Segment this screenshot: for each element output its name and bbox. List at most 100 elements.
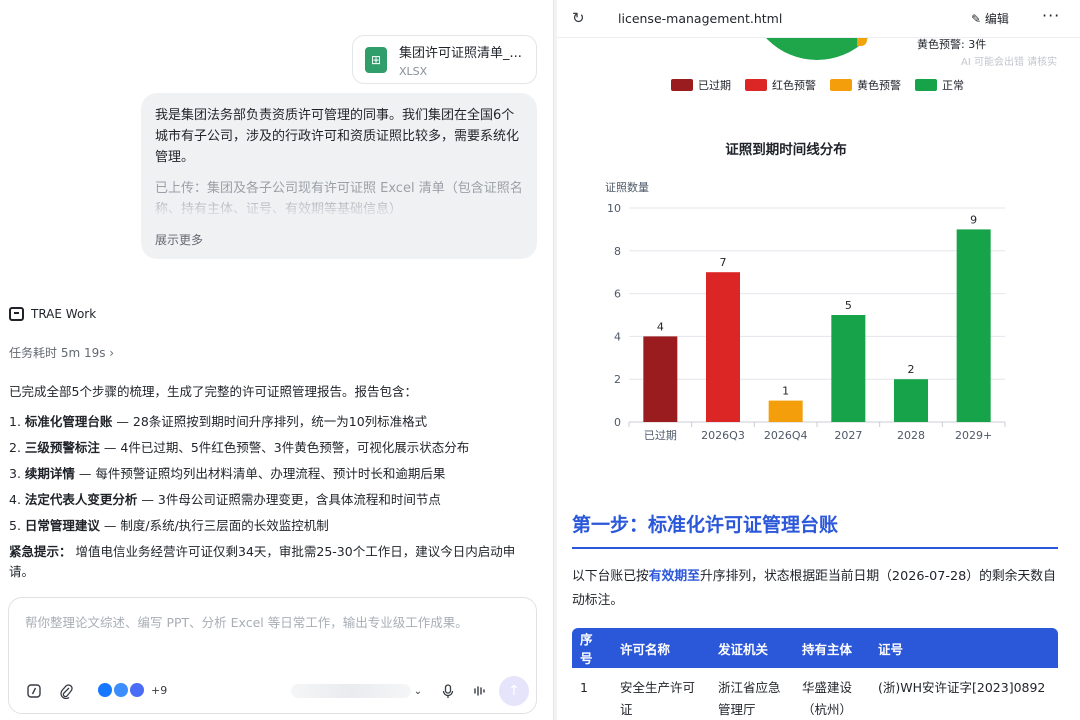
attachment-type: XLSX xyxy=(399,64,428,78)
message-composer: +9 ⌄ ↑ xyxy=(8,597,537,714)
pencil-icon: ✎ xyxy=(971,12,985,26)
chat-panel: ⊞ 集团许可证照清单_... XLSX 我是集团法务部负责资质许可管理的同事。我… xyxy=(0,0,553,720)
task-duration-toggle[interactable]: 任务耗时 5m 19s › xyxy=(9,344,114,361)
legend-swatch xyxy=(745,79,767,91)
model-icon xyxy=(114,683,128,697)
legend-item[interactable]: 黄色预警 xyxy=(830,77,901,93)
legend-item[interactable]: 正常 xyxy=(915,77,964,93)
x-tick-label: 2026Q4 xyxy=(764,429,808,442)
item-description: — 4件已过期、5件红色预警、3件黄色预警，可视化展示状态分布 xyxy=(99,440,470,455)
table-cell: (浙)WH安许证字[2023]0892 xyxy=(878,680,1046,695)
y-tick-label: 4 xyxy=(614,330,621,343)
more-models-count: +9 xyxy=(151,683,168,697)
item-number: 3. xyxy=(9,466,25,481)
microphone-icon[interactable] xyxy=(439,682,457,700)
user-message-paragraph: 我是集团法务部负责资质许可管理的同事。我们集团在全国6个城市有子公司，涉及的行政… xyxy=(155,108,520,165)
column-header[interactable]: 持有主体 xyxy=(794,628,870,668)
bar-value-label: 2 xyxy=(908,363,915,376)
y-axis-label: 证照数量 xyxy=(605,181,649,194)
column-header[interactable]: 许可名称 xyxy=(612,628,710,668)
x-tick-label: 2026Q3 xyxy=(701,429,745,442)
edit-label: 编辑 xyxy=(984,12,1009,26)
message-input[interactable] xyxy=(25,612,520,662)
column-header[interactable]: 序号 xyxy=(572,628,612,668)
report-item: 3. 续期详情 — 每件预警证照均列出材料清单、办理流程、预计时长和逾期后果 xyxy=(9,464,539,484)
chevron-down-icon[interactable]: ⌄ xyxy=(409,682,427,700)
agent-name: TRAE Work xyxy=(31,307,97,321)
attachment-name: 集团许可证照清单_... xyxy=(399,45,522,61)
bar-value-label: 9 xyxy=(970,213,977,226)
legend-label: 已过期 xyxy=(698,79,731,92)
y-tick-label: 2 xyxy=(614,373,621,386)
reload-icon[interactable]: ↻ xyxy=(572,9,585,27)
legend-swatch xyxy=(915,79,937,91)
item-title: 三级预警标注 xyxy=(24,440,100,455)
slash-command-icon[interactable] xyxy=(25,682,43,700)
item-number: 4. xyxy=(9,492,25,507)
column-header[interactable]: 证号 xyxy=(870,628,1058,668)
pie-slice-partial xyxy=(857,38,867,46)
column-header[interactable]: 发证机关 xyxy=(710,628,794,668)
table-cell: 1 xyxy=(580,680,588,695)
show-more-button[interactable]: 展示更多 xyxy=(155,230,203,251)
section-intro: 以下台账已按有效期至升序排列，状态根据距当前日期（2026-07-28）的剩余天… xyxy=(572,565,1060,613)
chart-title: 证照到期时间线分布 xyxy=(725,142,847,158)
item-title: 续期详情 xyxy=(24,466,75,481)
table-body: 1 安全生产许可证 浙江省应急管理厅 华盛建设（杭州） (浙)WH安许证字[2023]0… xyxy=(572,668,1058,720)
edit-button[interactable]: ✎ 编辑 xyxy=(971,10,1009,27)
report-item: 1. 标准化管理台账 — 28条证照按到期时间升序排列，统一为10列标准格式 xyxy=(9,412,539,432)
agent-response: 已完成全部5个步骤的梳理，生成了完整的许可证照管理报告。报告包含： 1. 标准化… xyxy=(9,382,539,582)
arrow-up-icon: ↑ xyxy=(508,683,520,699)
status-legend: 已过期 红色预警 黄色预警 正常 xyxy=(671,77,978,93)
model-icon xyxy=(130,683,144,697)
y-tick-label: 10 xyxy=(607,202,621,215)
bar-value-label: 7 xyxy=(720,256,727,269)
item-number: 5. xyxy=(9,518,25,533)
y-tick-label: 6 xyxy=(614,288,621,301)
table-header-row: 序号 许可名称 发证机关 持有主体 证号 xyxy=(572,628,1058,668)
license-table: 序号 许可名称 发证机关 持有主体 证号 1 安全生产许可证 浙江省应急管理厅 华盛建设（杭州… xyxy=(572,628,1058,720)
legend-swatch xyxy=(671,79,693,91)
item-description: — 3件母公司证照需办理变更，含具体流程和时间节点 xyxy=(137,492,441,507)
item-title: 标准化管理台账 xyxy=(24,414,113,429)
agent-header: TRAE Work xyxy=(9,307,96,321)
item-title: 法定代表人变更分析 xyxy=(24,492,138,507)
item-description: — 28条证照按到期时间升序排列，统一为10列标准格式 xyxy=(112,414,428,429)
bar xyxy=(956,229,991,422)
item-description: — 每件预警证照均列出材料清单、办理流程、预计时长和逾期后果 xyxy=(74,466,446,481)
x-tick-label: 已过期 xyxy=(644,429,677,442)
table-cell: 华盛建设（杭州） xyxy=(802,680,853,717)
app-window: ⊞ 集团许可证照清单_... XLSX 我是集团法务部负责资质许可管理的同事。我… xyxy=(0,0,1080,720)
legend-item[interactable]: 已过期 xyxy=(671,77,731,93)
bar xyxy=(894,379,928,422)
item-number: 2. xyxy=(9,440,25,455)
intro-text: 以下台账已按 xyxy=(572,569,649,584)
urgent-notice: 紧急提示： 增值电信业务经营许可证仅剩34天，审批需25-30个工作日，建议今日… xyxy=(9,542,539,582)
send-button[interactable]: ↑ xyxy=(499,676,529,706)
x-tick-label: 2029+ xyxy=(955,429,992,442)
voice-wave-icon[interactable] xyxy=(471,682,489,700)
item-title: 日常管理建议 xyxy=(24,518,100,533)
urgent-text: 增值电信业务经营许可证仅剩34天，审批需25-30个工作日，建议今日内启动申请。 xyxy=(9,544,516,579)
legend-label: 黄色预警 xyxy=(857,79,901,92)
bar-value-label: 1 xyxy=(782,385,789,398)
table-cell: 安全生产许可证 xyxy=(620,680,696,717)
attach-icon[interactable] xyxy=(57,682,75,700)
bar xyxy=(643,336,678,422)
attachment-card[interactable]: ⊞ 集团许可证照清单_... XLSX xyxy=(352,35,537,84)
heading-underline xyxy=(572,547,1058,549)
spreadsheet-icon: ⊞ xyxy=(365,46,387,73)
timeline-bar-chart: 证照数量 0 2 4 6 8 10 4 已过期 7 2026Q3 1 2026Q4 5 2027 2 2028 9… xyxy=(605,181,1006,442)
report-item: 5. 日常管理建议 — 制度/系统/执行三层面的长效监控机制 xyxy=(9,516,539,536)
item-description: — 制度/系统/执行三层面的长效监控机制 xyxy=(99,518,329,533)
user-message-paragraph-truncated: 已上传：集团及各子公司现有许可证照 Excel 清单（包含证照名称、持有主体、证… xyxy=(155,181,523,217)
table-cell: 浙江省应急管理厅 xyxy=(718,680,781,717)
user-message-bubble: 我是集团法务部负责资质许可管理的同事。我们集团在全国6个城市有子公司，涉及的行政… xyxy=(141,93,537,259)
legend-item[interactable]: 红色预警 xyxy=(745,77,816,93)
model-icon xyxy=(98,683,112,697)
bar-value-label: 4 xyxy=(657,320,664,333)
intro-highlight: 有效期至 xyxy=(648,569,700,584)
model-selector[interactable]: +9 xyxy=(98,683,167,697)
more-options-button[interactable]: ··· xyxy=(1042,6,1060,25)
bar xyxy=(706,272,740,422)
